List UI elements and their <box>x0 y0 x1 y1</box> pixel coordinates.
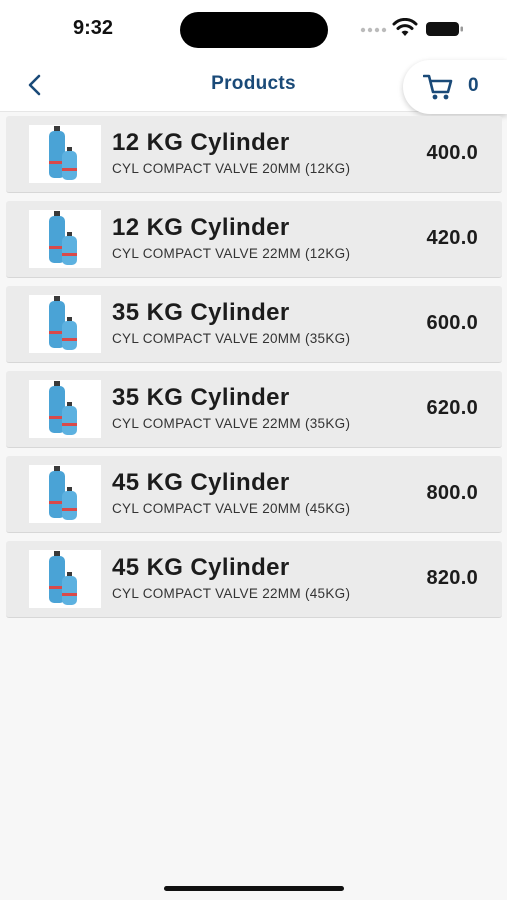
product-description: CYL COMPACT VALVE 20MM (35KG) <box>112 331 351 346</box>
gas-cylinder-icon <box>49 381 77 435</box>
battery-icon <box>426 22 463 36</box>
product-image <box>29 465 101 523</box>
gas-cylinder-icon <box>49 551 77 605</box>
cart-count-badge: 0 <box>468 75 479 96</box>
product-image <box>29 210 101 268</box>
product-list: 12 KG Cylinder CYL COMPACT VALVE 20MM (1… <box>6 116 502 626</box>
navigation-header: Products 0 <box>0 58 507 114</box>
product-card[interactable]: 12 KG Cylinder CYL COMPACT VALVE 20MM (1… <box>6 116 502 193</box>
product-card[interactable]: 45 KG Cylinder CYL COMPACT VALVE 22MM (4… <box>6 541 502 618</box>
product-description: CYL COMPACT VALVE 20MM (12KG) <box>112 161 351 176</box>
product-card[interactable]: 35 KG Cylinder CYL COMPACT VALVE 22MM (3… <box>6 371 502 448</box>
cellular-signal-icon <box>360 27 387 33</box>
dynamic-island <box>180 12 328 48</box>
status-time: 9:32 <box>73 17 114 39</box>
gas-cylinder-icon <box>49 211 77 265</box>
product-price: 600.0 <box>426 312 478 334</box>
product-price: 420.0 <box>426 227 478 249</box>
wifi-icon <box>392 18 418 36</box>
product-name: 35 KG Cylinder <box>112 384 290 411</box>
product-price: 400.0 <box>426 142 478 164</box>
product-image <box>29 295 101 353</box>
status-bar: 9:32 <box>0 0 507 58</box>
gas-cylinder-icon <box>49 466 77 520</box>
product-name: 12 KG Cylinder <box>112 129 290 156</box>
product-name: 12 KG Cylinder <box>112 214 290 241</box>
home-indicator[interactable] <box>164 886 344 891</box>
product-name: 45 KG Cylinder <box>112 469 290 496</box>
product-card[interactable]: 35 KG Cylinder CYL COMPACT VALVE 20MM (3… <box>6 286 502 363</box>
gas-cylinder-icon <box>49 126 77 180</box>
product-price: 620.0 <box>426 397 478 419</box>
product-card[interactable]: 12 KG Cylinder CYL COMPACT VALVE 22MM (1… <box>6 201 502 278</box>
product-price: 800.0 <box>426 482 478 504</box>
product-name: 45 KG Cylinder <box>112 554 290 581</box>
product-image <box>29 550 101 608</box>
shopping-cart-icon <box>423 74 453 100</box>
cart-button[interactable]: 0 <box>403 60 507 114</box>
product-description: CYL COMPACT VALVE 22MM (12KG) <box>112 246 351 261</box>
product-name: 35 KG Cylinder <box>112 299 290 326</box>
product-image <box>29 380 101 438</box>
product-description: CYL COMPACT VALVE 22MM (45KG) <box>112 586 351 601</box>
product-description: CYL COMPACT VALVE 20MM (45KG) <box>112 501 351 516</box>
gas-cylinder-icon <box>49 296 77 350</box>
product-description: CYL COMPACT VALVE 22MM (35KG) <box>112 416 351 431</box>
product-image <box>29 125 101 183</box>
product-price: 820.0 <box>426 567 478 589</box>
product-card[interactable]: 45 KG Cylinder CYL COMPACT VALVE 20MM (4… <box>6 456 502 533</box>
